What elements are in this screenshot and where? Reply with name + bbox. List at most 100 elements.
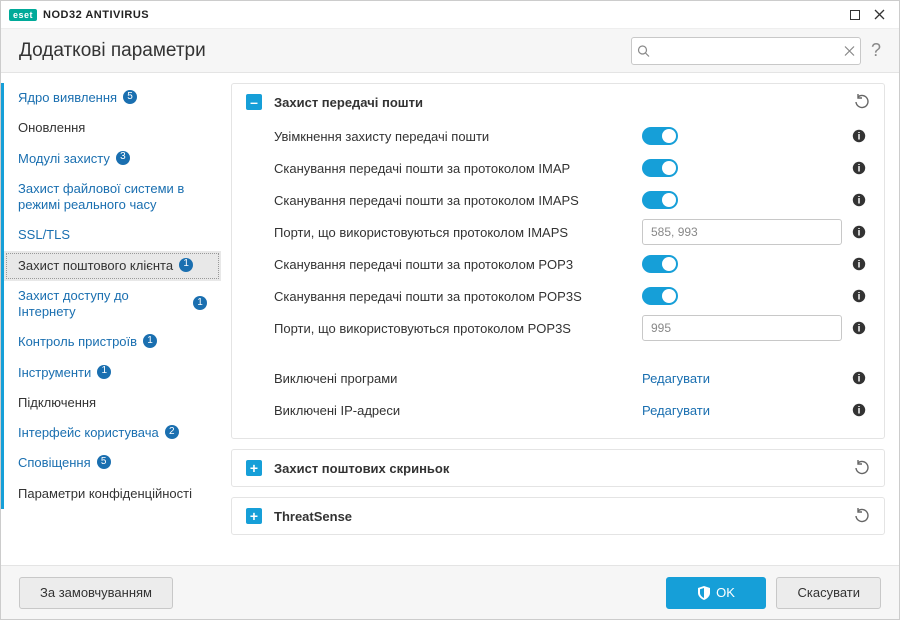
- sidebar-item-web-access[interactable]: Захист доступу до Інтернету 1: [4, 281, 221, 328]
- info-icon: i: [852, 161, 866, 175]
- expand-icon: [246, 508, 262, 524]
- edit-excluded-ips-link[interactable]: Редагувати: [642, 403, 710, 418]
- panel-email-transport-protection: Захист передачі пошти Увімкнення захисту…: [231, 83, 885, 439]
- toggle-scan-pop3s[interactable]: [642, 287, 678, 305]
- svg-text:i: i: [858, 292, 861, 303]
- sidebar-item-tools[interactable]: Інструменти 1: [4, 358, 221, 388]
- revert-button[interactable]: [854, 94, 870, 110]
- sidebar-item-privacy[interactable]: Параметри конфіденційності: [4, 479, 221, 509]
- close-button[interactable]: [867, 3, 891, 27]
- sidebar-item-label: Оновлення: [18, 120, 85, 136]
- square-icon: [850, 10, 860, 20]
- collapse-icon: [246, 94, 262, 110]
- ok-button[interactable]: OK: [666, 577, 766, 609]
- info-icon: i: [852, 129, 866, 143]
- toggle-scan-imap[interactable]: [642, 159, 678, 177]
- sidebar-item-label: Захист файлової системи в режимі реально…: [18, 181, 207, 214]
- edit-excluded-apps-link[interactable]: Редагувати: [642, 371, 710, 386]
- ok-button-label: OK: [716, 585, 735, 600]
- sidebar-item-label: SSL/TLS: [18, 227, 70, 243]
- brand-badge: eset: [9, 9, 37, 21]
- maximize-button[interactable]: [843, 3, 867, 27]
- svg-text:i: i: [858, 260, 861, 271]
- panel-threatsense: ThreatSense: [231, 497, 885, 535]
- info-button[interactable]: i: [852, 193, 870, 207]
- sidebar-badge: 1: [179, 258, 193, 272]
- expand-icon: [246, 460, 262, 476]
- info-icon: i: [852, 403, 866, 417]
- toggle-scan-pop3[interactable]: [642, 255, 678, 273]
- clear-search-icon[interactable]: [844, 45, 855, 56]
- info-button[interactable]: i: [852, 161, 870, 175]
- info-button[interactable]: i: [852, 371, 870, 385]
- help-button[interactable]: ?: [871, 40, 881, 61]
- info-button[interactable]: i: [852, 129, 870, 143]
- content-area: Захист передачі пошти Увімкнення захисту…: [221, 73, 899, 565]
- sidebar-item-ui[interactable]: Інтерфейс користувача 2: [4, 418, 221, 448]
- revert-button[interactable]: [854, 508, 870, 524]
- setting-label-pop3s-ports: Порти, що використовуються протоколом PO…: [274, 321, 632, 336]
- sidebar-item-connection[interactable]: Підключення: [4, 388, 221, 418]
- sidebar-item-protection-modules[interactable]: Модулі захисту 3: [4, 144, 221, 174]
- svg-text:i: i: [858, 374, 861, 385]
- setting-label-scan-imaps: Сканування передачі пошти за протоколом …: [274, 193, 632, 208]
- sidebar-item-label: Захист поштового клієнта: [18, 258, 173, 274]
- sidebar-item-ssl-tls[interactable]: SSL/TLS: [4, 220, 221, 250]
- input-imaps-ports[interactable]: [642, 219, 842, 245]
- input-pop3s-ports[interactable]: [642, 315, 842, 341]
- search-input[interactable]: [631, 37, 861, 65]
- cancel-button[interactable]: Скасувати: [776, 577, 881, 609]
- info-button[interactable]: i: [852, 257, 870, 271]
- sidebar-item-label: Сповіщення: [18, 455, 91, 471]
- sidebar-item-detection-engine[interactable]: Ядро виявлення 5: [4, 83, 221, 113]
- panel-header[interactable]: Захист поштових скриньок: [232, 450, 884, 486]
- close-icon: [874, 9, 885, 20]
- svg-text:i: i: [858, 406, 861, 417]
- setting-label-scan-pop3: Сканування передачі пошти за протоколом …: [274, 257, 632, 272]
- info-icon: i: [852, 289, 866, 303]
- setting-label-scan-imap: Сканування передачі пошти за протоколом …: [274, 161, 632, 176]
- sidebar-item-label: Інтерфейс користувача: [18, 425, 159, 441]
- setting-label-excluded-ips: Виключені IP-адреси: [274, 403, 632, 418]
- info-button[interactable]: i: [852, 321, 870, 335]
- svg-text:i: i: [858, 164, 861, 175]
- undo-icon: [854, 508, 870, 524]
- search-box[interactable]: [631, 37, 861, 65]
- svg-text:i: i: [858, 132, 861, 143]
- toggle-scan-imaps[interactable]: [642, 191, 678, 209]
- shield-icon: [698, 586, 710, 600]
- info-icon: i: [852, 193, 866, 207]
- sidebar-item-label: Контроль пристроїв: [18, 334, 137, 350]
- toggle-enable-email-protection[interactable]: [642, 127, 678, 145]
- sidebar-item-label: Захист доступу до Інтернету: [18, 288, 187, 321]
- svg-text:i: i: [858, 228, 861, 239]
- product-name: NOD32 ANTIVIRUS: [43, 9, 149, 21]
- setting-label-enable-email-protection: Увімкнення захисту передачі пошти: [274, 129, 632, 144]
- sidebar-item-notifications[interactable]: Сповіщення 5: [4, 448, 221, 478]
- panel-header[interactable]: ThreatSense: [232, 498, 884, 534]
- panel-header[interactable]: Захист передачі пошти: [232, 84, 884, 120]
- info-icon: i: [852, 257, 866, 271]
- sidebar-item-email-client[interactable]: Захист поштового клієнта 1: [4, 251, 221, 281]
- defaults-button[interactable]: За замовчуванням: [19, 577, 173, 609]
- panel-title: Захист поштових скриньок: [274, 461, 854, 476]
- sidebar-item-update[interactable]: Оновлення: [4, 113, 221, 143]
- info-button[interactable]: i: [852, 289, 870, 303]
- panel-title: Захист передачі пошти: [274, 95, 854, 110]
- sidebar-item-realtime-fs[interactable]: Захист файлової системи в режимі реально…: [4, 174, 221, 221]
- revert-button[interactable]: [854, 460, 870, 476]
- sidebar-badge: 1: [97, 365, 111, 379]
- page-title: Додаткові параметри: [19, 40, 206, 62]
- info-icon: i: [852, 371, 866, 385]
- info-button[interactable]: i: [852, 403, 870, 417]
- svg-text:i: i: [858, 324, 861, 335]
- sidebar-badge: 5: [123, 90, 137, 104]
- sidebar: Ядро виявлення 5 Оновлення Модулі захист…: [1, 73, 221, 565]
- sidebar-item-label: Параметри конфіденційності: [18, 486, 192, 502]
- sidebar-item-device-control[interactable]: Контроль пристроїв 1: [4, 327, 221, 357]
- sidebar-badge: 1: [193, 296, 207, 310]
- sidebar-item-label: Ядро виявлення: [18, 90, 117, 106]
- info-button[interactable]: i: [852, 225, 870, 239]
- app-logo: eset NOD32 ANTIVIRUS: [9, 9, 149, 21]
- panel-title: ThreatSense: [274, 509, 854, 524]
